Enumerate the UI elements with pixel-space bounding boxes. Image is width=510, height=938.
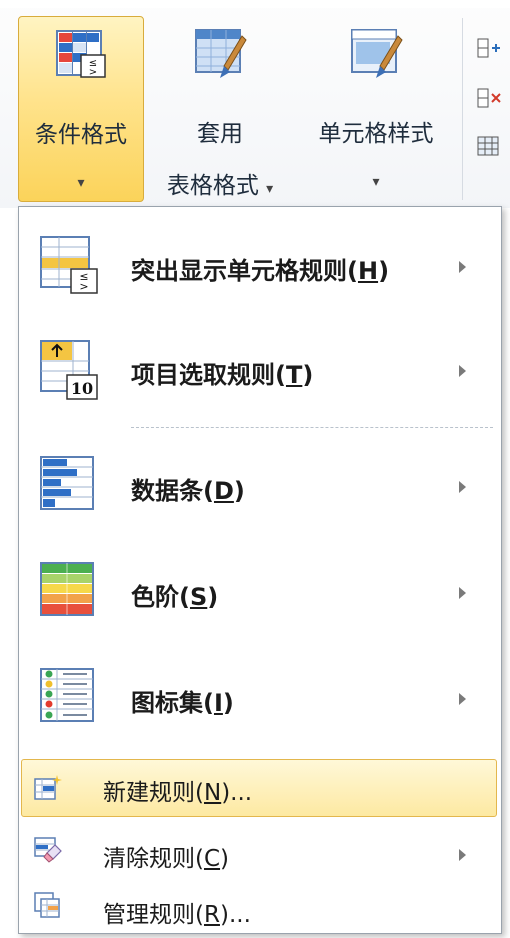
access-key: N (203, 780, 222, 806)
ribbon-styles-group: ≤ > 条件格式 ▾ 套用 表格格式 ▾ 单元格样式 ▾ (0, 0, 510, 208)
menu-item-label-tail: )... (219, 902, 251, 928)
menu-item-label: 数据条( (131, 477, 214, 505)
menu-item-label: 图标集( (131, 689, 214, 717)
delete-cells-icon[interactable] (476, 86, 502, 110)
access-key: S (189, 583, 208, 611)
format-as-table-button[interactable]: 套用 表格格式 ▾ (150, 16, 290, 202)
format-as-table-icon (195, 29, 247, 78)
submenu-arrow-icon (459, 849, 466, 861)
menu-item-label: 突出显示单元格规则( (131, 257, 358, 285)
icon-sets-icon (40, 668, 94, 722)
chevron-down-icon: ▾ (266, 181, 274, 197)
menu-item-manage-rules[interactable]: 管理规则(R)... (19, 881, 501, 933)
submenu-arrow-icon (459, 261, 466, 273)
conditional-formatting-button[interactable]: ≤ > 条件格式 ▾ (18, 16, 144, 202)
menu-item-label-tail: ) (220, 846, 230, 872)
cell-styles-label: 单元格样式 (318, 121, 434, 147)
menu-item-label-tail: ) (207, 583, 219, 611)
menu-item-label: 管理规则( (103, 902, 204, 928)
menu-item-data-bars[interactable]: 数据条(D) (19, 445, 501, 527)
menu-item-label-tail: ) (233, 477, 245, 505)
menu-item-label: 项目选取规则( (131, 361, 286, 389)
menu-item-new-rule[interactable]: 新建规则(N)... (19, 759, 501, 817)
ribbon-separator (462, 18, 463, 200)
data-bars-icon (40, 456, 94, 510)
format-cells-icon[interactable] (476, 134, 502, 158)
menu-item-top-bottom-rules[interactable]: 10 项目选取规则(T) (19, 331, 501, 413)
access-key: I (213, 689, 223, 717)
format-as-table-label-1: 套用 (197, 121, 243, 147)
new-rule-icon (34, 775, 62, 800)
clear-rules-icon (34, 837, 62, 863)
svg-text:>: > (79, 280, 88, 293)
access-key: D (213, 477, 234, 505)
menu-item-label: 清除规则( (103, 846, 204, 872)
menu-item-color-scales[interactable]: 色阶(S) (19, 551, 501, 633)
chevron-down-icon: ▾ (77, 175, 85, 191)
menu-item-label: 新建规则( (103, 780, 204, 806)
menu-item-highlight (21, 759, 497, 817)
manage-rules-icon (34, 892, 60, 918)
submenu-arrow-icon (459, 693, 466, 705)
conditional-formatting-menu: ≤ > 突出显示单元格规则(H) 10 项目选取规则(T) 数据条(D) 色阶(… (18, 206, 502, 934)
highlight-cells-icon: ≤ > (40, 236, 98, 294)
menu-item-label-tail: ) (222, 689, 234, 717)
submenu-arrow-icon (459, 587, 466, 599)
insert-cells-icon[interactable] (476, 36, 502, 60)
submenu-arrow-icon (459, 365, 466, 377)
chevron-down-icon: ▾ (372, 174, 380, 190)
svg-text:>: > (89, 67, 97, 78)
menu-item-highlight-cells-rules[interactable]: ≤ > 突出显示单元格规则(H) (19, 225, 501, 307)
cell-styles-icon (351, 29, 403, 78)
format-as-table-label-2: 表格格式 (166, 173, 259, 199)
access-key: R (203, 902, 220, 928)
access-key: H (357, 257, 379, 285)
menu-item-icon-sets[interactable]: 图标集(I) (19, 657, 501, 739)
menu-item-label: 色阶( (131, 583, 190, 611)
menu-item-label-tail: ) (378, 257, 390, 285)
top-bottom-icon: 10 (40, 340, 98, 400)
menu-separator (131, 427, 493, 428)
menu-item-label-tail: )... (221, 780, 253, 806)
access-key: T (285, 361, 303, 389)
menu-item-clear-rules[interactable]: 清除规则(C) (19, 823, 501, 881)
conditional-formatting-icon: ≤ > (56, 30, 106, 78)
submenu-arrow-icon (459, 481, 466, 493)
conditional-formatting-label: 条件格式 (35, 122, 127, 148)
menu-item-label-tail: ) (302, 361, 314, 389)
top-10-icon-text: 10 (71, 379, 93, 398)
cell-styles-button[interactable]: 单元格样式 ▾ (296, 16, 456, 202)
color-scales-icon (40, 562, 94, 616)
access-key: C (203, 846, 221, 872)
